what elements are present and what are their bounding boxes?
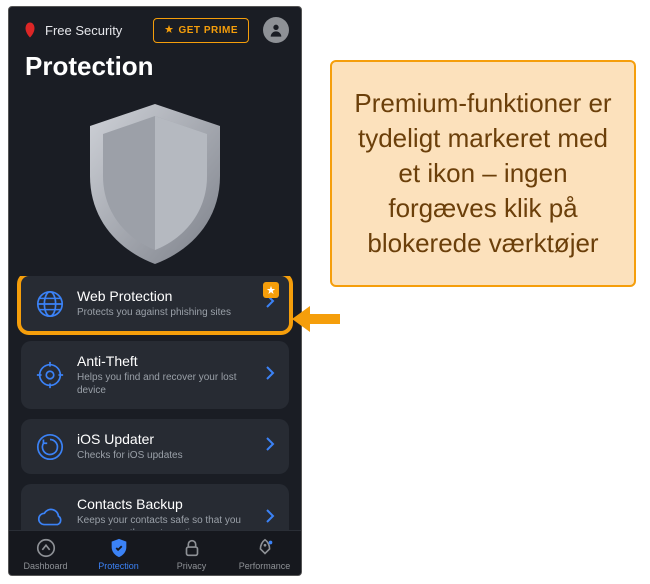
refresh-icon — [35, 432, 65, 462]
chevron-right-icon — [265, 366, 275, 385]
prime-label: GET PRIME — [178, 25, 238, 36]
card-title: Web Protection — [77, 288, 253, 304]
dashboard-icon — [35, 537, 57, 559]
nav-protection[interactable]: Protection — [82, 537, 155, 571]
chevron-right-icon — [265, 509, 275, 528]
brand-name: Free Security — [45, 23, 147, 38]
app-window: Free Security GET PRIME Protection — [8, 6, 302, 576]
nav-label: Performance — [239, 561, 291, 571]
premium-star-icon — [263, 282, 279, 298]
bottom-nav: Dashboard Protection Privacy Performance — [9, 530, 301, 575]
nav-performance[interactable]: Performance — [228, 537, 301, 571]
feature-list: Web Protection Protects you against phis… — [9, 276, 301, 530]
star-icon — [164, 24, 174, 37]
card-body: Anti-Theft Helps you find and recover yo… — [77, 353, 253, 397]
card-subtitle: Keeps your contacts safe so that you can… — [77, 514, 253, 530]
nav-label: Privacy — [177, 561, 207, 571]
avatar[interactable] — [263, 17, 289, 43]
nav-privacy[interactable]: Privacy — [155, 537, 228, 571]
card-title: iOS Updater — [77, 431, 253, 447]
page-title: Protection — [9, 49, 301, 90]
card-title: Contacts Backup — [77, 496, 253, 512]
card-web-protection[interactable]: Web Protection Protects you against phis… — [21, 276, 289, 331]
avira-logo-icon — [21, 21, 39, 39]
card-body: Web Protection Protects you against phis… — [77, 288, 253, 319]
target-icon — [35, 360, 65, 390]
card-contacts-backup[interactable]: Contacts Backup Keeps your contacts safe… — [21, 484, 289, 530]
nav-dashboard[interactable]: Dashboard — [9, 537, 82, 571]
card-body: Contacts Backup Keeps your contacts safe… — [77, 496, 253, 530]
annotation-arrow-icon — [292, 304, 340, 334]
card-anti-theft[interactable]: Anti-Theft Helps you find and recover yo… — [21, 341, 289, 409]
card-body: iOS Updater Checks for iOS updates — [77, 431, 253, 462]
cloud-icon — [35, 503, 65, 530]
globe-icon — [35, 289, 65, 319]
card-subtitle: Checks for iOS updates — [77, 449, 253, 462]
card-subtitle: Helps you find and recover your lost dev… — [77, 371, 253, 397]
nav-label: Dashboard — [23, 561, 67, 571]
card-subtitle: Protects you against phishing sites — [77, 306, 253, 319]
nav-label: Protection — [98, 561, 139, 571]
app-header: Free Security GET PRIME — [9, 7, 301, 49]
chevron-right-icon — [265, 437, 275, 456]
card-ios-updater[interactable]: iOS Updater Checks for iOS updates — [21, 419, 289, 474]
shield-graphic — [9, 90, 301, 276]
shield-icon — [108, 537, 130, 559]
get-prime-button[interactable]: GET PRIME — [153, 18, 249, 43]
annotation-callout: Premium-funktioner er tydeligt markeret … — [330, 60, 636, 287]
card-title: Anti-Theft — [77, 353, 253, 369]
rocket-icon — [254, 537, 276, 559]
lock-icon — [181, 537, 203, 559]
